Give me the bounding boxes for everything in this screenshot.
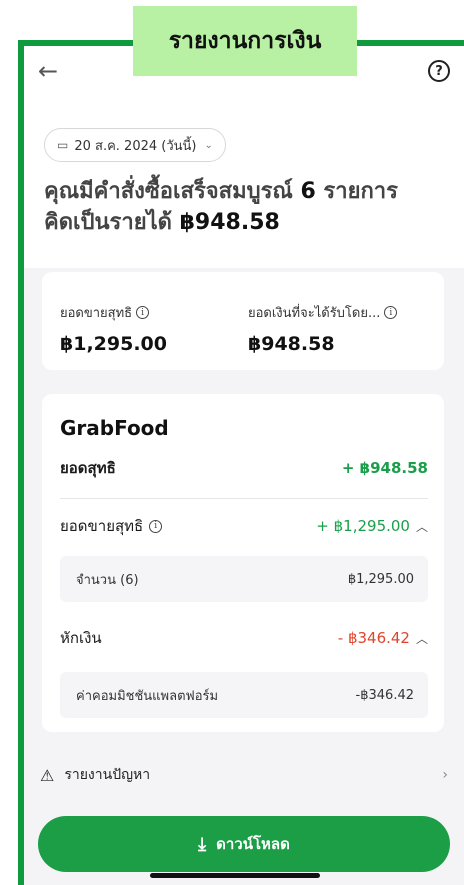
net-sales-row[interactable]: ยอดขายสุทธิ i + ฿1,295.00 ︿ <box>60 514 428 538</box>
chevron-down-icon: ⌄ <box>204 139 213 151</box>
download-icon: ⤓ <box>198 833 207 855</box>
net-total-row: ยอดสุทธิ + ฿948.58 <box>60 456 428 480</box>
stats-card: ยอดขายสุทธิ i ฿1,295.00 ยอดเงินที่จะได้ร… <box>42 272 444 370</box>
warning-icon: ⚠ <box>40 765 55 785</box>
stat-payout: ยอดเงินที่จะได้รับโดย... i ฿948.58 <box>248 302 398 355</box>
question-circle-icon: ? <box>435 63 443 79</box>
report-issue-row[interactable]: ⚠ รายงานปัญหา › <box>24 750 464 800</box>
summary-revenue-amount: ฿948.58 <box>179 210 280 235</box>
info-icon[interactable]: i <box>136 306 150 319</box>
home-indicator <box>150 873 320 878</box>
summary-line1-suffix: รายการ <box>315 179 398 204</box>
breakdown-card: GrabFood ยอดสุทธิ + ฿948.58 ยอดขายสุทธิ … <box>42 394 444 732</box>
deductions-value: - ฿346.42 <box>337 629 410 647</box>
summary-order-count: 6 <box>300 179 316 204</box>
download-label: ดาวน์โหลด <box>216 835 290 853</box>
sales-detail-value: ฿1,295.00 <box>347 571 414 587</box>
sales-detail-label: จำนวน (6) <box>76 572 139 588</box>
stat-net-sales-value: ฿1,295.00 <box>60 333 167 355</box>
stat-payout-value: ฿948.58 <box>248 333 335 355</box>
net-total-label: ยอดสุทธิ <box>60 459 116 477</box>
info-icon[interactable]: i <box>149 519 163 533</box>
commission-value: -฿346.42 <box>355 687 414 703</box>
chevron-up-icon: ︿ <box>415 519 428 534</box>
net-sales-value: + ฿1,295.00 <box>316 517 410 535</box>
deductions-label: หักเงิน <box>60 629 102 647</box>
date-filter-label: 20 ส.ค. 2024 (วันนี้) <box>74 138 197 154</box>
divider <box>60 498 428 499</box>
net-total-value: + ฿948.58 <box>341 459 428 477</box>
report-issue-label: รายงานปัญหา <box>64 767 151 783</box>
summary-line2-prefix: คิดเป็นรายได้ <box>44 210 180 235</box>
net-sales-label: ยอดขายสุทธิ <box>60 517 144 535</box>
stat-payout-label: ยอดเงินที่จะได้รับโดย... <box>248 306 381 321</box>
header-area: ← ? ▭ 20 ส.ค. 2024 (วันนี้) ⌄ คุณมีคำสั่… <box>24 46 464 268</box>
info-icon[interactable]: i <box>384 306 398 319</box>
commission-detail-row: ค่าคอมมิชชันแพลตฟอร์ม -฿346.42 <box>60 672 428 718</box>
deductions-row[interactable]: หักเงิน - ฿346.42 ︿ <box>60 626 428 650</box>
help-button[interactable]: ? <box>428 60 450 82</box>
summary-headline: คุณมีคำสั่งซื้อเสร็จสมบูรณ์ 6 รายการ คิด… <box>44 176 454 238</box>
chevron-right-icon: › <box>442 767 448 783</box>
stat-net-sales: ยอดขายสุทธิ i ฿1,295.00 <box>60 302 167 355</box>
finance-report-screen: ← ? ▭ 20 ส.ค. 2024 (วันนี้) ⌄ คุณมีคำสั่… <box>24 46 464 885</box>
download-button[interactable]: ⤓ ดาวน์โหลด <box>38 816 450 872</box>
sales-detail-row: จำนวน (6) ฿1,295.00 <box>60 556 428 602</box>
calendar-icon: ▭ <box>57 138 69 152</box>
commission-label: ค่าคอมมิชชันแพลตฟอร์ม <box>76 688 219 704</box>
back-button[interactable]: ← <box>38 58 70 90</box>
report-title-text: รายงานการเงิน <box>168 28 322 54</box>
report-title-tag: รายงานการเงิน <box>133 6 357 76</box>
breakdown-title: GrabFood <box>60 416 169 440</box>
stat-net-sales-label: ยอดขายสุทธิ <box>60 306 133 321</box>
arrow-left-icon: ← <box>38 57 59 85</box>
chevron-up-icon: ︿ <box>415 631 428 646</box>
summary-line1-prefix: คุณมีคำสั่งซื้อเสร็จสมบูรณ์ <box>44 179 301 204</box>
date-filter-chip[interactable]: ▭ 20 ส.ค. 2024 (วันนี้) ⌄ <box>44 128 226 162</box>
